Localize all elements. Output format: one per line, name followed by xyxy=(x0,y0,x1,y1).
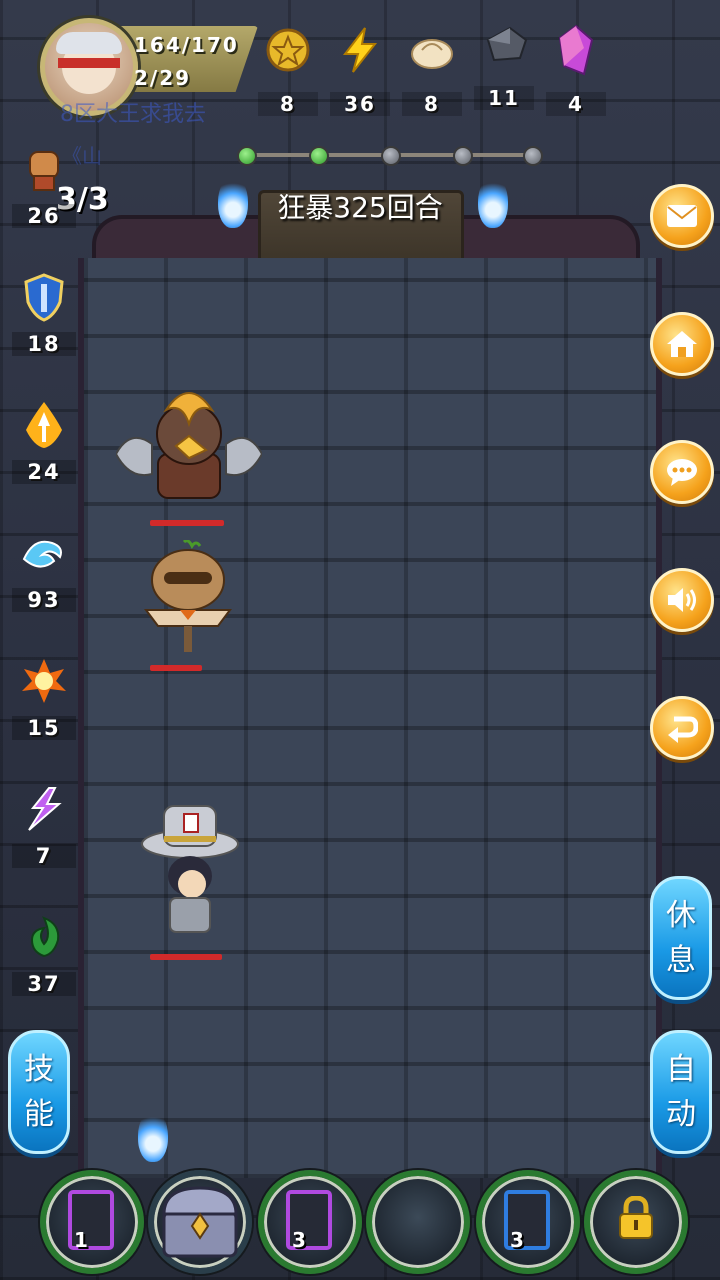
progress-dot-2 xyxy=(309,146,329,166)
progress-dot-5 xyxy=(523,146,543,166)
holy-sword-icon xyxy=(19,400,69,450)
round-counter: 狂暴325回合 xyxy=(277,191,443,224)
skill-green-poison[interactable]: 37 xyxy=(12,912,76,996)
auto-button[interactable]: 自动 xyxy=(650,1030,712,1154)
quest-text: 8区大王求我去 xyxy=(60,102,206,127)
progress-dot-4 xyxy=(453,146,473,166)
fire-burst-icon xyxy=(19,656,69,706)
skill-purple-lightning-value: 7 xyxy=(12,844,76,868)
sound-button[interactable] xyxy=(650,568,714,632)
energy-value: 36 xyxy=(330,92,390,116)
skill-fist-value: 26 xyxy=(12,204,76,228)
blue-flame-torch-bottom xyxy=(138,1110,168,1162)
chat-icon xyxy=(667,459,697,486)
gem-value: 4 xyxy=(546,92,606,116)
empty-slot[interactable] xyxy=(366,1170,470,1274)
sound-icon xyxy=(668,588,696,612)
home-icon xyxy=(667,331,697,357)
skill-shield[interactable]: 18 xyxy=(12,272,76,356)
resource-bun[interactable]: 8 xyxy=(402,26,462,116)
skill-shield-value: 18 xyxy=(12,332,76,356)
progress-dot-3 xyxy=(381,146,401,166)
skill-fist[interactable]: 26 xyxy=(12,144,76,228)
chat-button[interactable] xyxy=(650,440,714,504)
gold-coin-icon xyxy=(264,26,312,74)
skill-fire-burst-value: 15 xyxy=(12,716,76,740)
card-slot-5-count: 3 xyxy=(510,1228,524,1252)
card-slot-3-count: 3 xyxy=(292,1228,306,1252)
gambler-hero[interactable] xyxy=(140,800,240,944)
player-stamina: 2/29 xyxy=(134,66,192,90)
iron-ore-icon xyxy=(480,20,528,68)
treasure-chest-slot[interactable] xyxy=(148,1170,252,1274)
resource-energy[interactable]: 36 xyxy=(330,26,390,116)
mail-icon xyxy=(667,205,697,227)
home-button[interactable] xyxy=(650,312,714,376)
skill-water-wave[interactable]: 93 xyxy=(12,528,76,612)
crystal-gem-icon xyxy=(552,24,600,76)
axe-warrior-hp-bar xyxy=(150,520,224,526)
progress-dot-1 xyxy=(237,146,257,166)
fist-icon xyxy=(19,144,69,194)
blue-flame-torch-left xyxy=(218,176,248,228)
return-button[interactable] xyxy=(650,696,714,760)
gold-value: 8 xyxy=(258,92,318,116)
skill-button[interactable]: 技能 xyxy=(8,1030,70,1154)
locked-slot[interactable] xyxy=(584,1170,688,1274)
card-slot-5[interactable]: 3 xyxy=(476,1170,580,1274)
water-wave-icon xyxy=(19,528,69,578)
purple-lightning-icon xyxy=(19,784,69,834)
skill-holy-sword[interactable]: 24 xyxy=(12,400,76,484)
avatar-face xyxy=(56,32,122,94)
skill-green-poison-value: 37 xyxy=(12,972,76,996)
card-slot-3[interactable]: 3 xyxy=(258,1170,362,1274)
skill-fire-burst[interactable]: 15 xyxy=(12,656,76,740)
resource-gem[interactable]: 4 xyxy=(546,24,606,116)
scarecrow-dummy-enemy[interactable] xyxy=(140,539,236,660)
ore-value: 11 xyxy=(474,86,534,110)
card-slot-1[interactable]: 1 xyxy=(40,1170,144,1274)
resource-ore[interactable]: 11 xyxy=(474,20,534,110)
skill-purple-lightning[interactable]: 7 xyxy=(12,784,76,868)
scarecrow-hp-bar xyxy=(150,665,202,671)
green-poison-icon xyxy=(19,912,69,962)
player-hp: 164/170 xyxy=(134,33,239,57)
card-slot-1-count: 1 xyxy=(74,1228,88,1252)
blue-flame-torch-right xyxy=(478,176,508,228)
skill-holy-sword-value: 24 xyxy=(12,460,76,484)
mail-button[interactable] xyxy=(650,184,714,248)
axe-warrior-enemy[interactable] xyxy=(114,384,264,518)
lightning-energy-icon xyxy=(336,26,384,74)
lock-icon xyxy=(619,1196,653,1239)
gambler-hero-hp-bar xyxy=(150,954,222,960)
treasure-chest-icon xyxy=(162,1186,238,1258)
resource-gold[interactable]: 8 xyxy=(258,26,318,116)
skill-water-wave-value: 93 xyxy=(12,588,76,612)
bun-value: 8 xyxy=(402,92,462,116)
steamed-bun-icon xyxy=(408,26,456,74)
return-icon xyxy=(668,716,698,743)
shield-icon xyxy=(19,272,69,322)
rest-button[interactable]: 休息 xyxy=(650,876,712,1000)
